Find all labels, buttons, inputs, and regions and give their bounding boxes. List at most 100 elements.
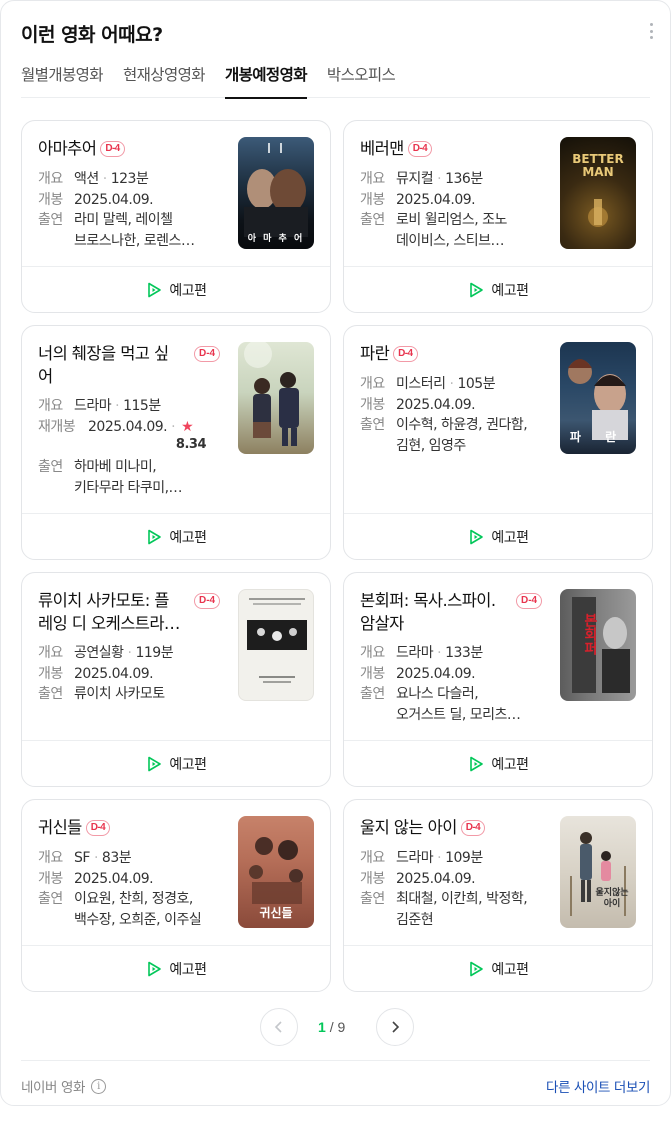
info-label: 개요 xyxy=(360,171,385,187)
movie-recommendation-panel: 이런 영화 어때요? 월별개봉영화 현재상영영화 개봉예정영화 박스오피스 아마… xyxy=(0,0,671,1106)
movie-info: 개요 뮤지컬 · 136분 개봉 2025.04.09. 출연 로비 윌리엄스, 조노 데이… xyxy=(360,169,552,251)
movie-title[interactable]: 너의 췌장을 먹고 싶어 xyxy=(38,342,194,388)
info-label: 개봉 xyxy=(360,191,385,208)
movie-card[interactable]: 울지 않는 아이 D-4 개요 드라마 · 109분 개봉 2025.04.09. 출연 최… xyxy=(343,799,653,992)
movie-title[interactable]: 파란 D-4 xyxy=(360,342,540,365)
cast-value: 요나스 다슬러, 오거스트 딜, 모리츠… xyxy=(396,686,521,723)
movie-title[interactable]: 류이치 사카모토: 플 레잉 디 오케스트라… xyxy=(38,589,194,635)
info-label: 개봉 xyxy=(38,870,63,887)
cast-value: 류이치 사카모토 xyxy=(74,686,165,702)
trailer-button[interactable]: 예고편 xyxy=(344,266,652,312)
d-day-badge: D-4 xyxy=(460,820,486,836)
play-icon xyxy=(470,529,484,544)
trailer-button[interactable]: 예고편 xyxy=(344,513,652,559)
info-label: 출연 xyxy=(360,212,385,228)
genre-value: 액션 xyxy=(74,171,99,187)
info-label: 출연 xyxy=(360,417,385,433)
d-day-badge: D-4 xyxy=(516,593,543,609)
movie-title[interactable]: 울지 않는 아이 D-4 xyxy=(360,816,540,839)
info-label: 출연 xyxy=(38,212,63,228)
movie-poster[interactable] xyxy=(238,342,314,454)
other-sites-link[interactable]: 다른 사이트 더보기 xyxy=(546,1076,650,1096)
rating-value: 8.34 xyxy=(175,437,207,452)
movie-poster[interactable]: 파 란 xyxy=(560,342,636,454)
runtime-value: 133분 xyxy=(445,645,483,661)
info-label: 개요 xyxy=(360,850,385,866)
movie-poster[interactable]: 귀신들 xyxy=(238,816,314,928)
info-label: 출연 xyxy=(360,891,385,907)
next-page-button[interactable] xyxy=(376,1008,414,1046)
runtime-value: 109분 xyxy=(445,850,483,866)
prev-page-button[interactable] xyxy=(260,1008,298,1046)
play-icon xyxy=(148,282,162,297)
movie-title[interactable]: 베러맨 D-4 xyxy=(360,137,540,160)
runtime-value: 136분 xyxy=(445,171,483,187)
more-options-icon[interactable] xyxy=(646,21,656,41)
info-label: 출연 xyxy=(38,686,63,702)
info-label: 개요 xyxy=(360,645,385,661)
total-pages: 9 xyxy=(337,1019,346,1035)
movie-title[interactable]: 본회퍼: 목사.스파이. 암살자 xyxy=(360,589,516,635)
movie-card[interactable]: 아마추어 D-4 개요 액션 · 123분 개봉 2025.04.09. 출연 라미 말렉,… xyxy=(21,120,331,313)
info-label: 개요 xyxy=(38,645,63,661)
movie-card[interactable]: 귀신들 D-4 개요 SF · 83분 개봉 2025.04.09. 출연 이요원, 찬희,… xyxy=(21,799,331,992)
movie-title[interactable]: 아마추어 D-4 xyxy=(38,137,218,160)
movie-card[interactable]: 본회퍼: 목사.스파이. 암살자 D-4 개요 드라마 · 133분 개봉 2025.04… xyxy=(343,572,653,787)
pagination: 1 / 9 xyxy=(1,1008,672,1046)
chevron-left-icon xyxy=(274,1021,282,1033)
cast-value: 라미 말렉, 레이첼 브로스나한, 로렌스… xyxy=(74,212,195,249)
trailer-button[interactable]: 예고편 xyxy=(344,945,652,991)
poster-art xyxy=(244,342,299,446)
cast-value: 하마베 미나미, 키타무라 타쿠미,… xyxy=(74,459,183,496)
genre-value: 드라마 xyxy=(396,850,434,866)
play-icon xyxy=(148,961,162,976)
cast-value: 최대철, 이칸희, 박정학, 김준현 xyxy=(396,891,528,928)
movie-poster[interactable]: BETTER MAN xyxy=(560,137,636,249)
cast-value: 로비 윌리엄스, 조노 데이비스, 스티브… xyxy=(396,212,507,249)
tab-upcoming[interactable]: 개봉예정영화 xyxy=(224,53,308,99)
info-label: 개봉 xyxy=(360,396,385,413)
info-label: 개봉 xyxy=(360,665,385,682)
info-label: 개봉 xyxy=(360,870,385,887)
trailer-button[interactable]: 예고편 xyxy=(22,266,330,312)
trailer-button[interactable]: 예고편 xyxy=(344,740,652,786)
chevron-right-icon xyxy=(392,1021,400,1033)
info-label: 출연 xyxy=(360,686,385,702)
movie-card[interactable]: 파란 D-4 개요 미스터리 · 105분 개봉 2025.04.09. 출연 이수혁, 하… xyxy=(343,325,653,560)
tab-now-showing[interactable]: 현재상영영화 xyxy=(123,53,206,98)
trailer-button[interactable]: 예고편 xyxy=(22,513,330,559)
info-label: 개요 xyxy=(38,398,63,414)
play-icon xyxy=(470,282,484,297)
movie-poster[interactable]: 본회퍼 xyxy=(560,589,636,701)
info-label: 출연 xyxy=(38,459,63,475)
movie-info: 개요 드라마 · 109분 개봉 2025.04.09. 출연 최대철, 이칸희, 박정학… xyxy=(360,848,552,930)
star-icon: ★ xyxy=(181,418,194,435)
genre-value: SF xyxy=(74,850,90,866)
movie-poster[interactable]: 아 마 추 어 xyxy=(238,137,314,249)
release-date: 2025.04.09. xyxy=(396,665,476,682)
tab-monthly-releases[interactable]: 월별개봉영화 xyxy=(21,53,104,98)
cast-value: 이수혁, 하윤경, 권다함, 김현, 임영주 xyxy=(396,417,528,454)
trailer-button[interactable]: 예고편 xyxy=(22,740,330,786)
movie-title[interactable]: 귀신들 D-4 xyxy=(38,816,218,839)
info-label: 개요 xyxy=(360,376,385,392)
runtime-value: 119분 xyxy=(135,645,174,661)
info-label: 개봉 xyxy=(38,665,63,682)
movie-card[interactable]: 베러맨 D-4 개요 뮤지컬 · 136분 개봉 2025.04.09. 출연 로비 윌리엄… xyxy=(343,120,653,313)
tab-bar: 월별개봉영화 현재상영영화 개봉예정영화 박스오피스 xyxy=(21,53,650,99)
play-icon xyxy=(148,756,162,771)
movie-poster[interactable] xyxy=(238,589,314,701)
movie-info: 개요 드라마 · 115분 재개봉 2025.04.09. · ★ 8.34 출연 하마베 미나… xyxy=(38,396,230,498)
info-icon[interactable]: i xyxy=(91,1078,106,1094)
movie-card[interactable]: 류이치 사카모토: 플 레잉 디 오케스트라… D-4 개요 공연실황 · 119분 개… xyxy=(21,572,331,787)
genre-value: 드라마 xyxy=(74,398,112,414)
trailer-button[interactable]: 예고편 xyxy=(22,945,330,991)
info-label: 출연 xyxy=(38,891,63,907)
tab-box-office[interactable]: 박스오피스 xyxy=(327,53,396,98)
source-label: 네이버 영화 i xyxy=(21,1076,106,1096)
d-day-badge: D-4 xyxy=(100,141,125,157)
current-page: 1 xyxy=(318,1019,326,1035)
movie-poster[interactable]: 울지않는 아이 xyxy=(560,816,636,928)
movie-card[interactable]: 너의 췌장을 먹고 싶어 D-4 개요 드라마 · 115분 재개봉 2025.04.0… xyxy=(21,325,331,560)
release-date: 2025.04.09. xyxy=(74,191,154,208)
